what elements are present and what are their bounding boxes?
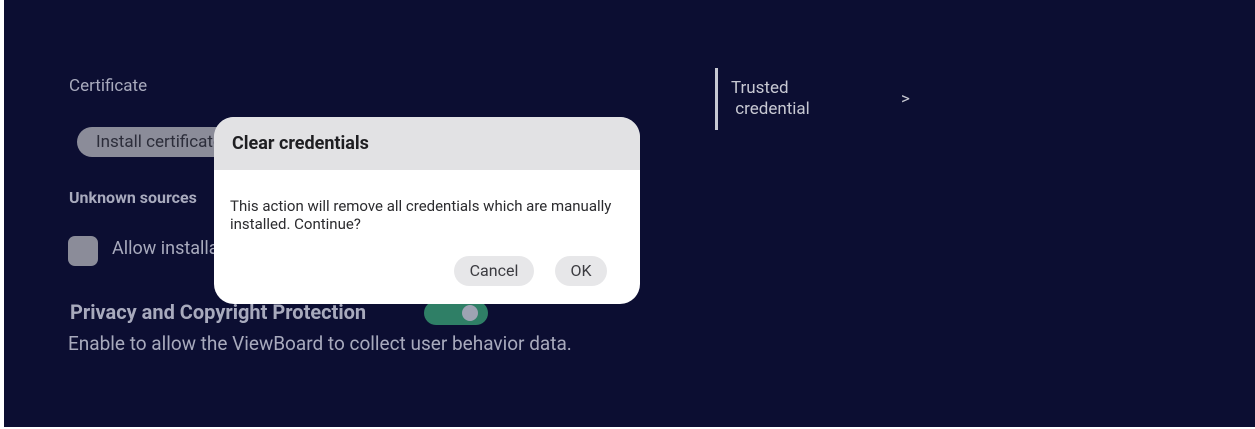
toggle-knob (462, 305, 478, 321)
allow-installation-checkbox[interactable] (68, 236, 98, 266)
dialog-header: Clear credentials (214, 117, 640, 170)
privacy-toggle[interactable] (424, 301, 488, 325)
trusted-credential-divider (715, 68, 718, 130)
dialog-message: This action will remove all credentials … (230, 197, 612, 233)
privacy-description: Enable to allow the ViewBoard to collect… (68, 332, 572, 355)
clear-credentials-dialog: Clear credentials This action will remov… (214, 117, 640, 304)
cancel-button[interactable]: Cancel (454, 256, 534, 286)
trusted-credential-item[interactable]: Trusted credential (731, 78, 810, 120)
chevron-right-icon[interactable]: > (901, 89, 910, 109)
settings-screen: Certificate Install certificate Unknown … (4, 0, 1255, 427)
certificate-heading: Certificate (69, 76, 148, 96)
dialog-title: Clear credentials (232, 133, 369, 154)
unknown-sources-heading: Unknown sources (69, 188, 197, 207)
ok-button[interactable]: OK (555, 256, 607, 286)
